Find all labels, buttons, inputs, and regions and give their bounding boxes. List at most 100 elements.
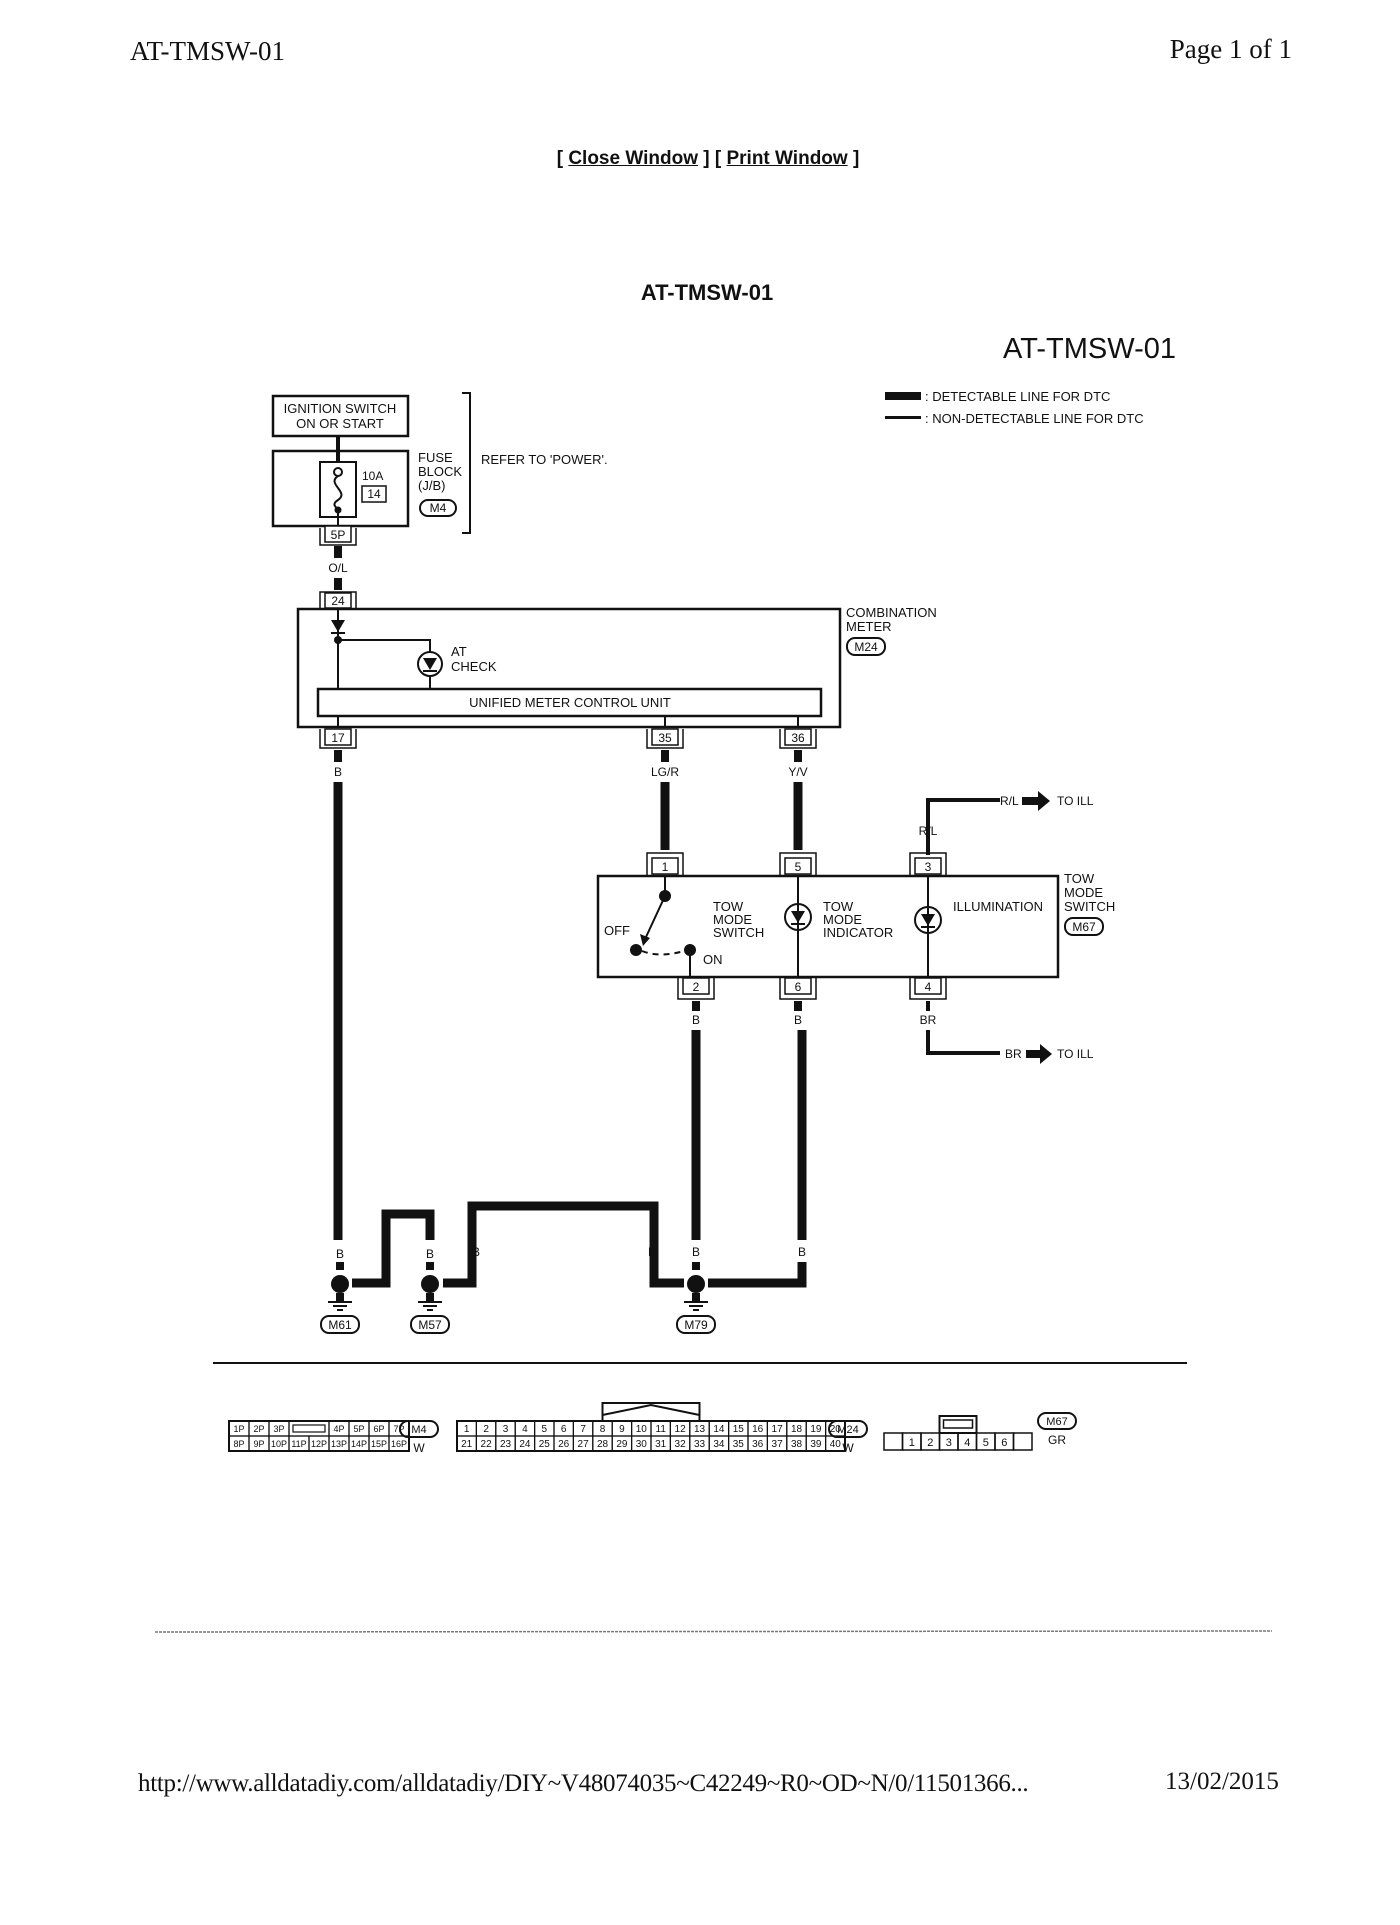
ground-wiring: B B B B B B B (336, 1201, 807, 1288)
pin-label: 29 (616, 1439, 628, 1450)
connector-color: GR (1048, 1433, 1066, 1447)
svg-text:5P: 5P (331, 528, 346, 542)
fuse-block: 10A 14 FUSE BLOCK (J/B) M4 (271, 449, 462, 530)
pin-label: 1P (233, 1424, 244, 1434)
svg-text:TO ILL: TO ILL (1057, 794, 1094, 808)
svg-text:3: 3 (925, 860, 932, 874)
pin-label: 12P (311, 1439, 327, 1449)
at-check-label-1: AT (451, 644, 467, 659)
arrow-right-icon (1022, 791, 1050, 811)
svg-text:B: B (692, 1245, 700, 1259)
pin-label: 13P (331, 1439, 347, 1449)
tow-pin-1: 1 (646, 852, 684, 876)
svg-text:B: B (336, 1247, 344, 1261)
arrow-right-icon (1026, 1044, 1052, 1064)
pin-label: 3P (273, 1424, 284, 1434)
control-unit-label: UNIFIED METER CONTROL UNIT (469, 695, 671, 710)
connector-latch (938, 1415, 978, 1434)
pin-label: 2 (927, 1437, 933, 1449)
pin-label: 16 (752, 1424, 764, 1435)
combination-meter: 24 AT CHECK UNIFIED METER CONTROL UNIT C… (296, 591, 937, 729)
pin-label: 10P (271, 1439, 287, 1449)
meter-pin-35: 35 (646, 728, 684, 749)
pin-label: 19 (810, 1424, 822, 1435)
off-label: OFF (604, 923, 630, 938)
svg-text:2: 2 (693, 980, 700, 994)
ignition-label-1: IGNITION SWITCH (284, 401, 397, 416)
pin-label: 33 (694, 1439, 706, 1450)
pin-label: 38 (791, 1439, 803, 1450)
at-check-label-2: CHECK (451, 659, 497, 674)
page-rule (154, 1630, 1273, 1633)
svg-text:B: B (426, 1247, 434, 1261)
svg-text:17: 17 (331, 731, 345, 745)
switch-lever-icon (645, 895, 666, 938)
pin-label: 11P (291, 1439, 306, 1449)
pin-label: 14 (713, 1424, 725, 1435)
connector-pin-5p: 5P (319, 525, 357, 546)
svg-text:6: 6 (795, 980, 802, 994)
connector-face-m4: 1P 2P 3P 4P 5P 6P 7P8P 9P 10P 11P 12P 13P 14P 15P 16PM… (228, 1420, 439, 1455)
combination-meter-label-1: COMBINATION (846, 605, 937, 620)
pin-label: 26 (558, 1439, 570, 1450)
pin-label: 6 (561, 1424, 567, 1435)
connector-face-m24: 1 2 3 4 5 6 7 8 9 10 11 12 13 14 15 16 17 18 19 2021 22 23 24 2… (456, 1402, 868, 1455)
svg-text:MODE: MODE (1064, 885, 1103, 900)
connector-face-m67: 1 2 3 4 5 6 M67 GR (883, 1412, 1077, 1451)
pin-label: 36 (752, 1439, 764, 1450)
pin-label: 6 (1001, 1437, 1007, 1449)
refer-power-note: REFER TO 'POWER'. (481, 452, 608, 467)
pin-label: 3 (503, 1424, 509, 1435)
wire-color-b: B (334, 765, 342, 779)
svg-text:B: B (382, 1247, 390, 1261)
pin-label: 13 (694, 1424, 706, 1435)
pin-label: 31 (655, 1439, 667, 1450)
legend: : DETECTABLE LINE FOR DTC : NON-DETECTAB… (885, 389, 1144, 426)
connector-lock (292, 1424, 326, 1433)
pin-label: 15P (371, 1439, 387, 1449)
fuse-number: 14 (367, 487, 381, 501)
pin-label: 21 (461, 1439, 473, 1450)
power-bracket (462, 392, 471, 534)
pin-label: 12 (675, 1424, 687, 1435)
pin-label: 9P (253, 1439, 264, 1449)
svg-text:M57: M57 (418, 1318, 442, 1332)
pin-label: 32 (675, 1439, 687, 1450)
pin-label: 4P (333, 1424, 344, 1434)
pin-label: 22 (481, 1439, 493, 1450)
tow-pin-3: 3 (909, 852, 947, 876)
diagram-code: AT-TMSW-01 (1003, 333, 1176, 365)
pin-label: 37 (772, 1439, 784, 1450)
wire-rl (926, 798, 1000, 855)
pin-label: 6P (373, 1424, 384, 1434)
fuse-icon (333, 475, 343, 511)
legend-label-non-detectable: : NON-DETECTABLE LINE FOR DTC (925, 411, 1144, 426)
tow-pin-2: 2 (677, 977, 715, 1000)
connector-pin (883, 1432, 904, 1451)
connector-id: M67 (1046, 1416, 1067, 1428)
pin-label: 9 (619, 1424, 625, 1435)
pin-label: 14P (351, 1439, 367, 1449)
fuse-block-label-3: (J/B) (418, 478, 445, 493)
pin-label: 30 (636, 1439, 648, 1450)
meter-pin-36: 36 (779, 728, 817, 749)
pin-label: 1 (464, 1424, 470, 1435)
pin-label: 18 (791, 1424, 803, 1435)
legend-thin-line (885, 416, 921, 419)
pin-label: 39 (810, 1439, 822, 1450)
footer-url: http://www.alldatadiy.com/alldatadiy/DIY… (138, 1770, 1029, 1797)
svg-text:TO ILL: TO ILL (1057, 1047, 1094, 1061)
svg-text:INDICATOR: INDICATOR (823, 925, 893, 940)
combination-meter-label-2: METER (846, 619, 892, 634)
pin-label: 8P (233, 1439, 244, 1449)
on-label: ON (703, 952, 723, 967)
svg-text:M61: M61 (328, 1318, 352, 1332)
svg-text:1: 1 (662, 860, 669, 874)
pin-label: 28 (597, 1439, 609, 1450)
pin-label: 4 (964, 1437, 970, 1449)
svg-text:TOW: TOW (1064, 871, 1095, 886)
pin-label: 27 (578, 1439, 590, 1450)
connector-id: M24 (837, 1424, 858, 1436)
illumination-label: ILLUMINATION (953, 899, 1043, 914)
pin-label: 2 (483, 1424, 489, 1435)
